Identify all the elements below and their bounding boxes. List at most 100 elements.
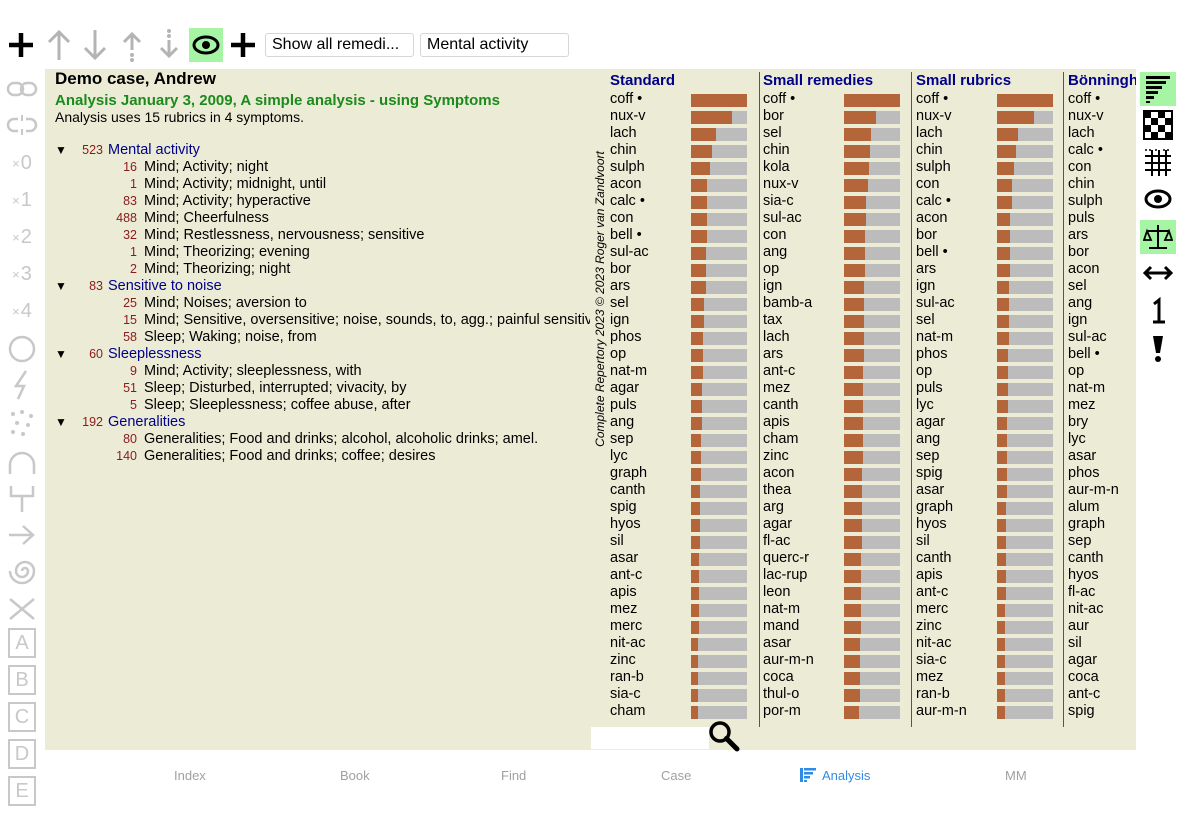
remedy-label[interactable]: ang	[1068, 295, 1092, 312]
remedy-row[interactable]: calc •	[610, 193, 755, 210]
remedy-row[interactable]: lac-rup	[763, 567, 908, 584]
remedy-label[interactable]: agar	[763, 516, 792, 533]
remedy-label[interactable]: cham	[610, 703, 645, 720]
remedy-label[interactable]: op	[610, 346, 626, 363]
remedy-label[interactable]: phos	[916, 346, 947, 363]
remedy-row[interactable]: nat-m	[610, 363, 755, 380]
remedy-label[interactable]: acon	[1068, 261, 1099, 278]
symptom-name[interactable]: Generalities	[108, 414, 185, 431]
remedy-label[interactable]: coff •	[763, 91, 795, 108]
remedy-row[interactable]: zinc	[916, 618, 1061, 635]
remedy-label[interactable]: ign	[610, 312, 629, 329]
rubric-name[interactable]: Mind; Noises; aversion to	[144, 295, 307, 312]
remedy-row[interactable]: ars	[610, 278, 755, 295]
remedy-label[interactable]: leon	[763, 584, 790, 601]
remedy-label[interactable]: ang	[610, 414, 634, 431]
remedy-label[interactable]: asar	[916, 482, 944, 499]
remedy-label[interactable]: bell •	[916, 244, 948, 261]
move-down-dotted-icon[interactable]	[152, 28, 186, 62]
remedy-row[interactable]: bell •	[1068, 346, 1136, 363]
remedy-label[interactable]: op	[763, 261, 779, 278]
remedy-label[interactable]: agar	[610, 380, 639, 397]
remedy-row[interactable]: ant-c	[610, 567, 755, 584]
remedy-row[interactable]: sel	[763, 125, 908, 142]
remedy-row[interactable]: con	[1068, 159, 1136, 176]
remedy-label[interactable]: nux-v	[1068, 108, 1103, 125]
remedy-row[interactable]: op	[610, 346, 755, 363]
remedy-label[interactable]: aur-m-n	[1068, 482, 1119, 499]
remedy-label[interactable]: coff •	[610, 91, 642, 108]
remedy-row[interactable]: chin	[916, 142, 1061, 159]
rubric-row[interactable]: 32 Mind; Restlessness, nervousness; sensi…	[45, 227, 590, 244]
search-icon[interactable]	[708, 720, 740, 757]
remedy-label[interactable]: ran-b	[610, 669, 644, 686]
remedy-label[interactable]: sil	[916, 533, 930, 550]
remedy-label[interactable]: hyos	[1068, 567, 1099, 584]
weight-x3-button[interactable]: × 3	[4, 257, 40, 291]
weight-x0-button[interactable]: × 0	[4, 146, 40, 180]
eye-icon[interactable]	[189, 28, 223, 62]
remedy-label[interactable]: sep	[916, 448, 939, 465]
remedy-label[interactable]: bor	[916, 227, 937, 244]
remedy-label[interactable]: sulph	[916, 159, 951, 176]
remedy-row[interactable]: nux-v	[610, 108, 755, 125]
remedy-label[interactable]: querc-r	[763, 550, 809, 567]
eye-view-icon[interactable]	[1140, 182, 1176, 216]
rubric-row[interactable]: 9 Mind; Activity; sleeplessness, with	[45, 363, 590, 380]
remedy-label[interactable]: lac-rup	[763, 567, 807, 584]
remedy-row[interactable]: nat-m	[916, 329, 1061, 346]
nav-mm[interactable]: MM	[1005, 768, 1027, 783]
remedy-row[interactable]: sel	[916, 312, 1061, 329]
remedy-label[interactable]: sia-c	[763, 193, 794, 210]
remedy-row[interactable]: chin	[1068, 176, 1136, 193]
remedy-row[interactable]: calc •	[1068, 142, 1136, 159]
add-filter-icon[interactable]	[226, 28, 260, 62]
remedy-row[interactable]: apis	[610, 584, 755, 601]
rubric-name[interactable]: Mind; Activity; hyperactive	[144, 193, 311, 210]
spiral-icon[interactable]	[4, 554, 40, 588]
remedy-label[interactable]: con	[763, 227, 786, 244]
remedy-row[interactable]: acon	[916, 210, 1061, 227]
remedy-row[interactable]: querc-r	[763, 550, 908, 567]
remedy-label[interactable]: lyc	[1068, 431, 1086, 448]
nav-analysis[interactable]: Analysis	[800, 768, 870, 783]
remedy-label[interactable]: lach	[763, 329, 790, 346]
remedy-row[interactable]: aur-m-n	[1068, 482, 1136, 499]
remedy-label[interactable]: canth	[610, 482, 645, 499]
remedy-label[interactable]: graph	[610, 465, 647, 482]
remedy-label[interactable]: lyc	[610, 448, 628, 465]
remedy-label[interactable]: con	[916, 176, 939, 193]
rubric-name[interactable]: Sleep; Disturbed, interrupted; vivacity,…	[144, 380, 406, 397]
remedy-row[interactable]: agar	[916, 414, 1061, 431]
remedy-label[interactable]: puls	[610, 397, 637, 414]
nav-book[interactable]: Book	[340, 768, 370, 783]
remedy-label[interactable]: nit-ac	[610, 635, 645, 652]
remedy-row[interactable]: con	[916, 176, 1061, 193]
one-icon[interactable]	[1140, 294, 1176, 328]
remedy-label[interactable]: phos	[1068, 465, 1099, 482]
remedy-row[interactable]: cham	[763, 431, 908, 448]
remedy-label[interactable]: agar	[1068, 652, 1097, 669]
remedy-label[interactable]: ant-c	[1068, 686, 1100, 703]
symptom-name[interactable]: Sensitive to noise	[108, 278, 222, 295]
rubric-name[interactable]: Generalities; Food and drinks; coffee; d…	[144, 448, 436, 465]
remedy-row[interactable]: bor	[916, 227, 1061, 244]
remedy-label[interactable]: sulph	[610, 159, 645, 176]
remedy-label[interactable]: chin	[610, 142, 637, 159]
nav-find[interactable]: Find	[501, 768, 526, 783]
remedy-row[interactable]: sep	[1068, 533, 1136, 550]
remedy-label[interactable]: puls	[1068, 210, 1095, 227]
remedy-row[interactable]: puls	[916, 380, 1061, 397]
remedy-row[interactable]: bell •	[610, 227, 755, 244]
symptom-filter-select[interactable]: Mental activity	[420, 33, 569, 57]
remedy-row[interactable]: ign	[1068, 312, 1136, 329]
remedy-row[interactable]: bry	[1068, 414, 1136, 431]
remedy-label[interactable]: sep	[1068, 533, 1091, 550]
filter-e-button[interactable]: E	[8, 776, 36, 806]
remedy-label[interactable]: graph	[1068, 516, 1105, 533]
rubric-name[interactable]: Mind; Activity; midnight, until	[144, 176, 326, 193]
remedy-row[interactable]: mez	[916, 669, 1061, 686]
remedy-label[interactable]: nat-m	[916, 329, 953, 346]
remedy-label[interactable]: apis	[610, 584, 637, 601]
remedy-label[interactable]: sia-c	[916, 652, 947, 669]
